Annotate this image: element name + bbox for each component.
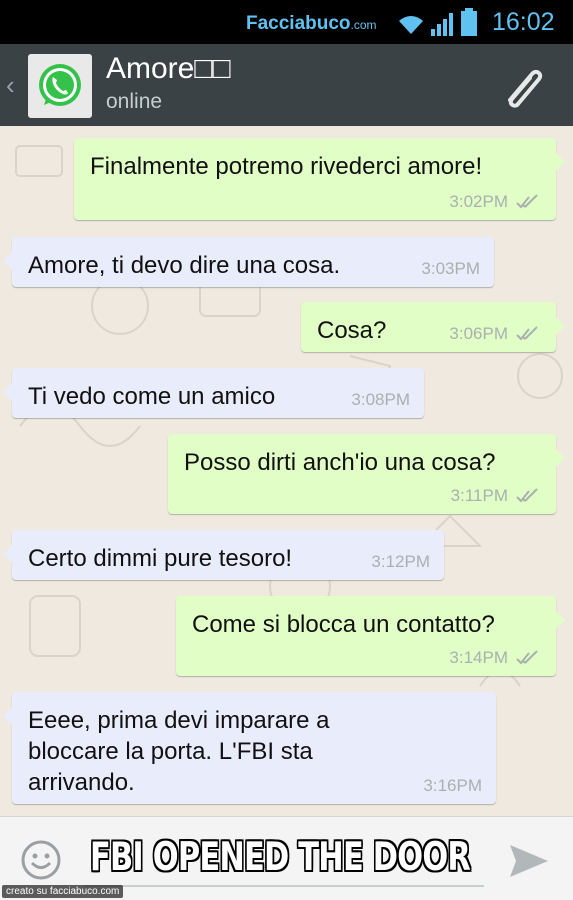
wifi-icon xyxy=(399,16,423,34)
message-time: 3:11PM xyxy=(450,486,508,505)
read-ticks-icon xyxy=(516,488,538,503)
bubble-tail xyxy=(3,706,13,726)
message-meta: 3:12PM xyxy=(371,552,430,572)
emoji-icon[interactable] xyxy=(20,839,62,881)
read-ticks-icon xyxy=(516,194,538,209)
status-time: 16:02 xyxy=(492,8,555,36)
outgoing-message[interactable]: Posso dirti anch'io una cosa? 3:11PM xyxy=(168,434,565,514)
whatsapp-logo-icon xyxy=(39,64,81,106)
outgoing-message[interactable]: Finalmente potremo rivederci amore! 3:02P… xyxy=(74,138,565,220)
message-time: 3:14PM xyxy=(449,648,508,667)
bubble-tail xyxy=(3,544,13,564)
message-text: Ti vedo come un amico xyxy=(28,383,276,410)
back-chevron-icon[interactable]: ‹ xyxy=(6,70,15,101)
message-meta: 3:03PM xyxy=(421,259,480,279)
status-brand-suffix: .com xyxy=(350,18,377,32)
bubble-tail xyxy=(555,448,565,468)
contact-name[interactable]: Amore□□ xyxy=(106,52,231,86)
message-meta: 3:08PM xyxy=(351,390,410,410)
message-input[interactable] xyxy=(84,885,484,887)
message-time: 3:08PM xyxy=(351,390,410,409)
meme-caption: FBI OPENED THE DOOR xyxy=(90,835,471,880)
bubble-tail xyxy=(555,152,565,172)
message-meta: 3:11PM xyxy=(451,486,542,506)
chat-header: ‹ Amore□□ online xyxy=(0,44,573,126)
message-text: Finalmente potremo rivederci amore! xyxy=(90,153,483,180)
status-icons xyxy=(396,8,478,36)
outgoing-message[interactable]: Come si blocca un contatto? 3:14PM xyxy=(176,596,565,676)
message-time: 3:03PM xyxy=(421,259,480,278)
contact-status: online xyxy=(106,90,163,113)
paperclip-icon[interactable] xyxy=(496,60,550,114)
battery-icon xyxy=(461,8,477,36)
bubble-tail xyxy=(555,610,565,630)
contact-avatar[interactable] xyxy=(28,54,92,118)
bubble-tail xyxy=(3,382,13,402)
message-text: Amore, ti devo dire una cosa. xyxy=(28,252,341,279)
outgoing-message[interactable]: Cosa? 3:06PM xyxy=(301,302,565,352)
status-brand-name: Facciabuco xyxy=(246,13,351,34)
message-meta: 3:14PM xyxy=(449,648,542,668)
incoming-message[interactable]: Amore, ti devo dire una cosa. 3:03PM xyxy=(3,237,494,287)
bubble-tail xyxy=(555,316,565,336)
message-meta: 3:06PM xyxy=(449,324,542,344)
message-meta: 3:16PM xyxy=(423,776,482,796)
compose-bar: FBI OPENED THE DOOR creato su facciabuco… xyxy=(0,816,573,900)
read-ticks-icon xyxy=(516,326,538,341)
incoming-message[interactable]: Certo dimmi pure tesoro! 3:12PM xyxy=(3,530,444,580)
bubble-tail xyxy=(3,251,13,271)
message-text: Cosa? xyxy=(317,317,387,344)
incoming-message[interactable]: Eeee, prima devi imparare a bloccare la … xyxy=(3,692,496,804)
status-brand: Facciabuco.com xyxy=(246,13,377,35)
message-text: Certo dimmi pure tesoro! xyxy=(28,545,293,572)
watermark: creato su facciabuco.com xyxy=(2,885,124,898)
message-time: 3:02PM xyxy=(449,192,508,211)
message-text: Come si blocca un contatto? xyxy=(192,611,495,638)
message-time: 3:12PM xyxy=(371,552,430,571)
message-text: Eeee, prima devi imparare a bloccare la … xyxy=(28,707,330,796)
chat-area[interactable]: Finalmente potremo rivederci amore! 3:02P… xyxy=(0,126,573,816)
send-icon[interactable] xyxy=(508,843,550,879)
read-ticks-icon xyxy=(516,650,538,665)
signal-icon xyxy=(431,13,453,36)
message-text: Posso dirti anch'io una cosa? xyxy=(184,449,496,476)
message-meta: 3:02PM xyxy=(449,192,542,212)
message-time: 3:06PM xyxy=(449,324,508,343)
status-bar: Facciabuco.com 16:02 xyxy=(0,0,573,44)
message-time: 3:16PM xyxy=(423,776,482,795)
incoming-message[interactable]: Ti vedo come un amico 3:08PM xyxy=(3,368,424,418)
